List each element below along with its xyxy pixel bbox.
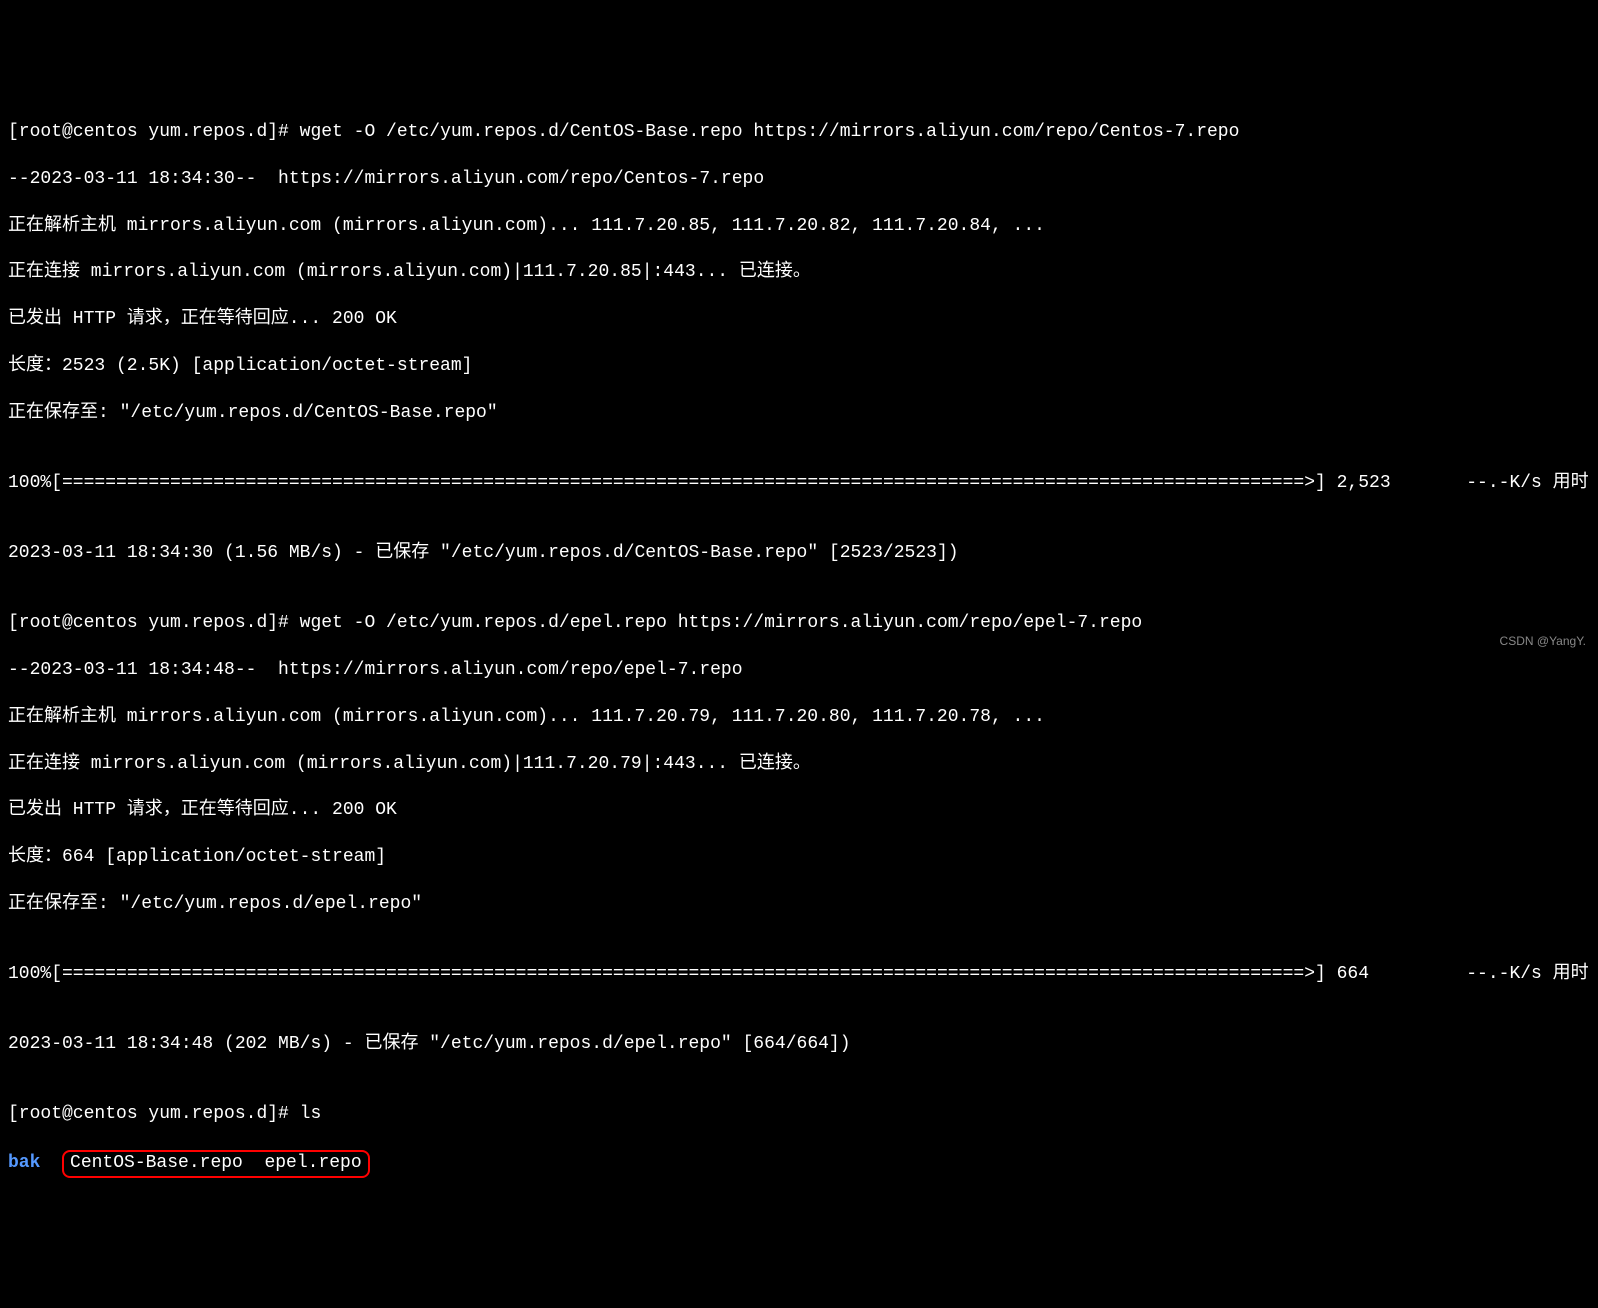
terminal-line: 正在保存至: "/etc/yum.repos.d/epel.repo" <box>8 893 1590 916</box>
terminal-line: 长度：2523 (2.5K) [application/octet-stream… <box>8 355 1590 378</box>
directory-name: bak <box>8 1153 40 1173</box>
terminal-line: 长度：664 [application/octet-stream] <box>8 846 1590 869</box>
terminal-line: 正在连接 mirrors.aliyun.com (mirrors.aliyun.… <box>8 753 1590 776</box>
progress-bar: 100%[===================================… <box>8 472 1590 495</box>
terminal-line: 正在解析主机 mirrors.aliyun.com (mirrors.aliyu… <box>8 215 1590 238</box>
terminal-line: --2023-03-11 18:34:30-- https://mirrors.… <box>8 168 1590 191</box>
terminal-line: [root@centos yum.repos.d]# wget -O /etc/… <box>8 121 1590 144</box>
terminal-line: 已发出 HTTP 请求，正在等待回应... 200 OK <box>8 799 1590 822</box>
watermark: CSDN @YangY. <box>1500 634 1586 650</box>
terminal-line: --2023-03-11 18:34:48-- https://mirrors.… <box>8 659 1590 682</box>
terminal-line: 正在连接 mirrors.aliyun.com (mirrors.aliyun.… <box>8 261 1590 284</box>
highlighted-files: CentOS-Base.repo epel.repo <box>62 1150 370 1177</box>
terminal-prompt: [root@centos yum.repos.d]# ls <box>8 1103 1590 1126</box>
terminal-output[interactable]: [root@centos yum.repos.d]# wget -O /etc/… <box>8 98 1590 1201</box>
terminal-line: 正在解析主机 mirrors.aliyun.com (mirrors.aliyu… <box>8 706 1590 729</box>
terminal-line: [root@centos yum.repos.d]# wget -O /etc/… <box>8 612 1590 635</box>
terminal-line: 2023-03-11 18:34:30 (1.56 MB/s) - 已保存 "/… <box>8 542 1590 565</box>
ls-output-line: bak CentOS-Base.repo epel.repo <box>8 1150 1590 1177</box>
terminal-line: 2023-03-11 18:34:48 (202 MB/s) - 已保存 "/e… <box>8 1033 1590 1056</box>
progress-bar: 100%[===================================… <box>8 963 1590 986</box>
terminal-line: 正在保存至: "/etc/yum.repos.d/CentOS-Base.rep… <box>8 402 1590 425</box>
terminal-line: 已发出 HTTP 请求，正在等待回应... 200 OK <box>8 308 1590 331</box>
